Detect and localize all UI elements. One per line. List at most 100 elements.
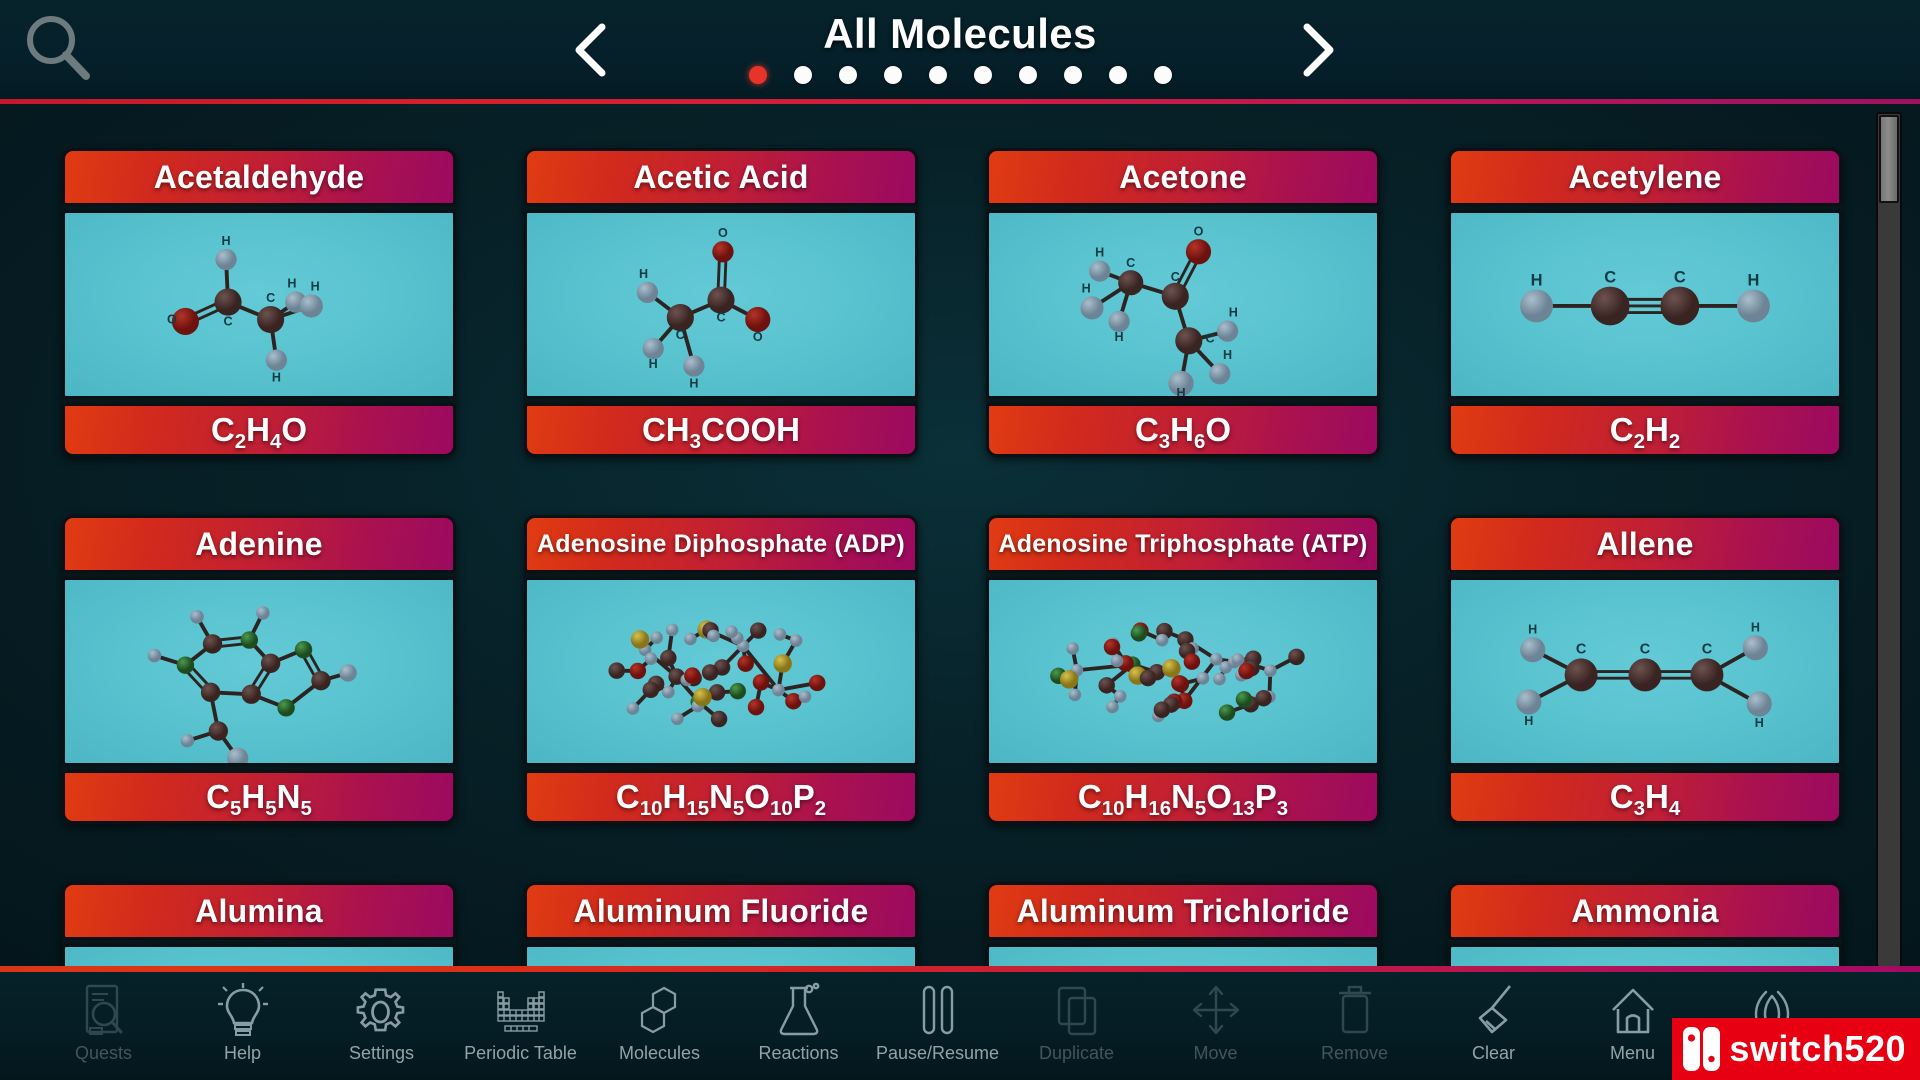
molecule-grid: Acetaldehyde H C O C H H H C2H4O Acetic Acid O C O C H… [0, 104, 1920, 970]
molecule-structure-preview [524, 577, 918, 766]
svg-text:H: H [311, 279, 320, 293]
pagination-dot-4[interactable] [883, 66, 902, 84]
molecule-structure-preview: OCCHHHCHHH [986, 210, 1380, 399]
molecule-formula: C5H5N5 [206, 778, 312, 820]
toolbar-item-periodic-table[interactable]: Periodic Table [451, 972, 590, 1080]
switch520-watermark: switch520 [1672, 1018, 1920, 1080]
pagination-dots [640, 66, 1280, 84]
molecule-name: Aluminum Fluoride [573, 892, 869, 929]
molecule-card-formula: C10H16N5O13P3 [986, 770, 1380, 824]
toolbar-item-label: Quests [74, 1043, 133, 1063]
toolbar-item-settings[interactable]: Settings [312, 972, 451, 1080]
pagination-dot-1[interactable] [748, 66, 767, 84]
molecule-card[interactable]: Adenine C5H5N5 [62, 515, 456, 824]
molecule-name: Acetic Acid [633, 158, 809, 195]
toolbar-item-move[interactable]: Move [1146, 972, 1285, 1080]
molecule-card-formula: C2H4O [62, 403, 456, 457]
home-icon [1605, 980, 1661, 1042]
molecule-card[interactable]: Acetone O C C H H H C H H H C3H6O [986, 148, 1380, 457]
molecule-card-title: Acetic Acid [524, 148, 918, 206]
move-arrows-icon [1188, 980, 1244, 1042]
previous-page-button[interactable] [560, 18, 624, 82]
toolbar-item-quests[interactable]: Quests [34, 972, 173, 1080]
svg-text:C: C [1702, 642, 1713, 658]
molecule-formula: C10H15N5O10P2 [615, 778, 827, 820]
svg-text:H: H [1229, 306, 1238, 320]
pagination-dot-9[interactable] [1108, 66, 1127, 84]
nintendo-switch-logo-icon [1682, 1026, 1722, 1072]
molecule-formula: C2H4O [210, 411, 308, 453]
molecule-card-title: Alumina [62, 882, 456, 940]
toolbar-item-reactions[interactable]: Reactions [729, 972, 868, 1080]
search-icon-glyph [27, 16, 90, 80]
pagination-dot-7[interactable] [1018, 66, 1037, 84]
molecule-card-formula: CH3COOH [524, 403, 918, 457]
molecule-card[interactable]: Acetic Acid O C O C H H H CH3COOH [524, 148, 918, 457]
svg-text:O: O [167, 312, 177, 326]
svg-text:H: H [1747, 272, 1759, 290]
toolbar-item-molecules[interactable]: Molecules [590, 972, 729, 1080]
molecule-card-formula: C3H6O [986, 403, 1380, 457]
duplicate-icon [1049, 980, 1105, 1042]
pagination-dot-6[interactable] [973, 66, 992, 84]
molecule-card-title: Aluminum Fluoride [524, 882, 918, 940]
toolbar-item-label: Pause/Resume [875, 1043, 1000, 1063]
molecule-name: Acetone [1119, 158, 1247, 195]
svg-text:C: C [266, 291, 275, 305]
molecule-card-formula: C2H2 [1448, 403, 1842, 457]
molecule-formula: C3H6O [1134, 411, 1232, 453]
svg-text:H: H [689, 376, 698, 390]
page-title: All Molecules [823, 10, 1097, 57]
toolbar-item-label: Remove [1320, 1043, 1389, 1063]
molecule-card[interactable]: Adenosine Triphosphate (ATP) C10H16N5O13P… [986, 515, 1380, 824]
molecule-card[interactable]: Acetaldehyde H C O C H H H C2H4O [62, 148, 456, 457]
molecule-card[interactable]: Ammonia [1448, 882, 1842, 970]
molecule-card-title: Allene [1448, 515, 1842, 573]
molecule-card-title: Adenosine Diphosphate (ADP) [524, 515, 918, 573]
molecule-card[interactable]: Allene H H C C C H H C3H4 [1448, 515, 1842, 824]
toolbar-item-label: Menu [1609, 1043, 1656, 1063]
molecule-formula: CH3COOH [641, 411, 801, 453]
pagination-dot-2[interactable] [793, 66, 812, 84]
molecule-grid-viewport: Acetaldehyde H C O C H H H C2H4O Acetic Acid O C O C H… [0, 104, 1920, 970]
broom-icon [1466, 980, 1522, 1042]
next-page-button[interactable] [1285, 18, 1349, 82]
header-divider-rule [0, 99, 1920, 104]
toolbar-item-label: Reactions [758, 1043, 839, 1063]
svg-text:H: H [1531, 272, 1543, 290]
vertical-scrollbar-thumb[interactable] [1879, 115, 1899, 203]
pagination-dot-5[interactable] [928, 66, 947, 84]
lightbulb-icon [215, 980, 271, 1042]
molecule-browser-screen: All Molecules Acetaldehyde H C O C H H H C2H4O Ac… [0, 0, 1920, 1080]
molecule-card[interactable]: Alumina [62, 882, 456, 970]
toolbar-item-label: Help [223, 1043, 262, 1063]
toolbar-item-help[interactable]: Help [173, 972, 312, 1080]
svg-text:H: H [1755, 716, 1764, 730]
molecule-card-title: Adenine [62, 515, 456, 573]
toolbar-item-duplicate[interactable]: Duplicate [1007, 972, 1146, 1080]
molecule-card[interactable]: Adenosine Diphosphate (ADP) C10H15N5O10P2 [524, 515, 918, 824]
molecule-card-title: Adenosine Triphosphate (ATP) [986, 515, 1380, 573]
pagination-dot-8[interactable] [1063, 66, 1082, 84]
molecule-card[interactable]: Aluminum Fluoride [524, 882, 918, 970]
molecule-name: Acetaldehyde [153, 158, 365, 195]
molecule-card[interactable]: Aluminum Trichloride [986, 882, 1380, 970]
molecule-card-title: Aluminum Trichloride [986, 882, 1380, 940]
svg-text:H: H [1751, 620, 1760, 634]
molecule-card[interactable]: Acetylene H C C H C2H2 [1448, 148, 1842, 457]
vertical-scrollbar-track[interactable] [1876, 112, 1902, 968]
toolbar-item-clear[interactable]: Clear [1424, 972, 1563, 1080]
pagination-dot-3[interactable] [838, 66, 857, 84]
toolbar-item-label: Molecules [618, 1043, 701, 1063]
chevron-right-icon [1303, 23, 1334, 77]
toolbar-item-pause-resume[interactable]: Pause/Resume [868, 972, 1007, 1080]
molecule-card-formula: C3H4 [1448, 770, 1842, 824]
toolbar-item-remove[interactable]: Remove [1285, 972, 1424, 1080]
pagination-dot-10[interactable] [1153, 66, 1172, 84]
molecule-formula: C10H16N5O13P3 [1077, 778, 1289, 820]
svg-text:H: H [1177, 386, 1186, 396]
molecule-name: Adenine [195, 525, 323, 562]
svg-text:C: C [1604, 269, 1616, 287]
svg-text:O: O [753, 330, 763, 344]
search-icon[interactable] [18, 8, 98, 88]
